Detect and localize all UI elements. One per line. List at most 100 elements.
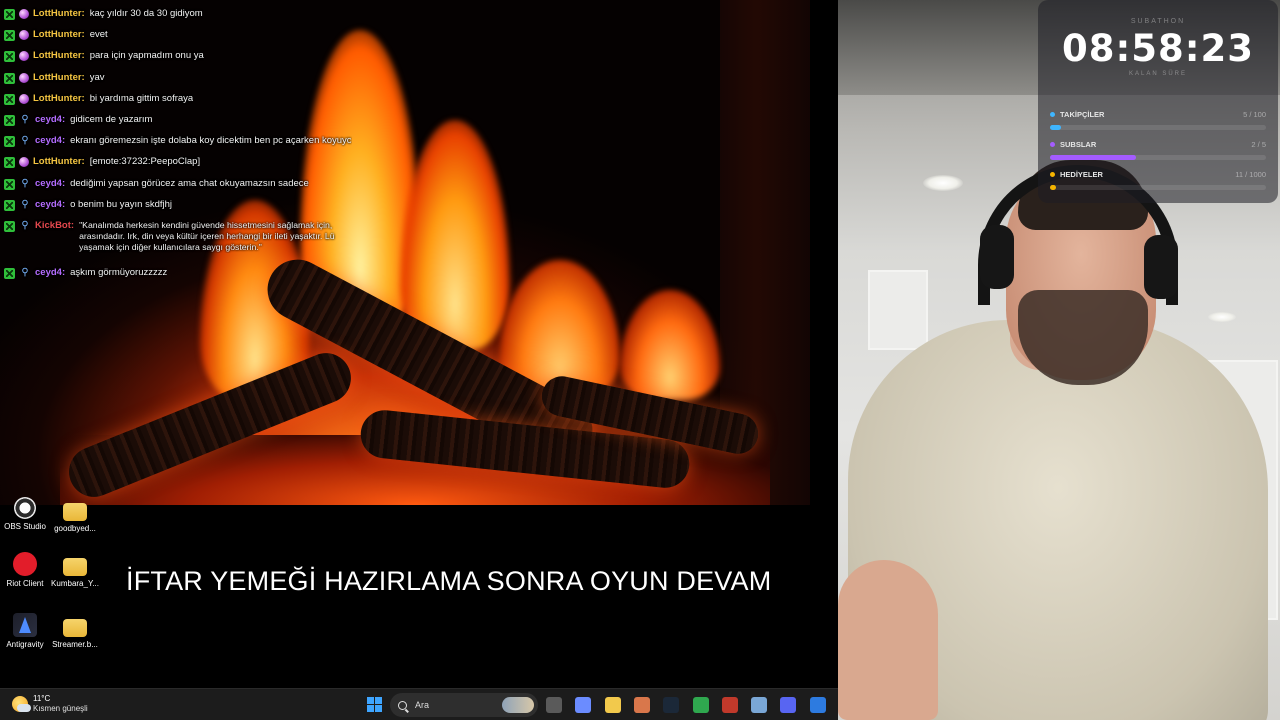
valorant-icon[interactable]	[751, 697, 768, 713]
subscriber-badge-icon	[19, 9, 29, 19]
desktop-icon-goodbyed[interactable]: goodbyed...	[47, 497, 103, 533]
goal-progress-fill	[1050, 155, 1137, 160]
copilot-icon[interactable]	[575, 697, 592, 713]
folder-icon	[63, 558, 87, 576]
chat-overlay: LottHunter: kaç yıldır 30 da 30 gidiyom Lo…	[4, 4, 384, 284]
search-placeholder: Ara	[415, 700, 430, 710]
goal-progress-fill	[1050, 125, 1061, 130]
subscriber-badge-icon	[19, 157, 29, 168]
chat-username[interactable]: LottHunter	[33, 93, 82, 105]
chat-message: LottHunter: yav	[4, 68, 384, 89]
chat-username[interactable]: LottHunter	[33, 72, 82, 84]
chat-username-separator: :	[61, 135, 66, 147]
flame	[400, 120, 510, 350]
desktop-icon-streamer[interactable]: Streamer.b...	[47, 613, 103, 649]
desktop: LottHunter: kaç yıldır 30 da 30 gidiyom Lo…	[0, 0, 838, 688]
chat-username[interactable]: LottHunter	[33, 156, 82, 168]
chat-message: LottHunter: para için yapmadım onu ya	[4, 46, 384, 67]
discord-icon[interactable]	[780, 697, 797, 713]
goal-progress-track	[1050, 185, 1266, 190]
chat-message-text: kaç yıldır 30 da 30 gidiyom	[89, 8, 203, 19]
subathon-caption: KALAN SÜRE	[1128, 71, 1187, 77]
windows-logo-pane	[375, 697, 382, 704]
task-view-icon[interactable]	[546, 697, 562, 713]
chat-username-separator: :	[70, 219, 75, 231]
chat-username[interactable]: ceyd4	[35, 114, 62, 126]
desktop-icon-label: Streamer.b...	[52, 640, 98, 649]
start-button[interactable]	[367, 697, 383, 713]
chat-username-separator: :	[81, 156, 85, 168]
chat-message: LottHunter: kaç yıldır 30 da 30 gidiyom	[4, 4, 384, 25]
chat-username-separator: :	[81, 50, 85, 62]
headset-ear-cup	[1144, 235, 1178, 299]
desktop-icon-obs[interactable]: OBS Studio	[0, 497, 53, 531]
folder-icon	[63, 619, 87, 637]
person-arm	[838, 560, 938, 720]
weather-temperature: 11°C	[33, 694, 51, 703]
chat-username[interactable]: ceyd4	[35, 178, 62, 190]
goal-progress-track	[1050, 155, 1266, 160]
cabinet-door	[868, 270, 928, 350]
chat-message-text: [emote:37232:PeepoClap]	[89, 156, 201, 168]
search-highlight-image	[502, 697, 534, 713]
chat-username[interactable]: KickBot	[35, 220, 71, 232]
desktop-icon-antigravity[interactable]: Antigravity	[0, 613, 53, 649]
chat-username[interactable]: LottHunter	[33, 50, 82, 62]
chat-username-separator: :	[81, 29, 85, 41]
chat-message-text: gidicem de yazarım	[70, 113, 153, 125]
goal-count: 2 / 5	[1251, 140, 1266, 149]
chat-username-separator: :	[61, 113, 66, 125]
chat-message: ⚲ ceyd4: dediğimi yapsan görücez ama chat …	[4, 174, 384, 195]
goal-gifts: HEDİYELER 11 / 1000	[1050, 170, 1266, 190]
chat-username-separator: :	[61, 198, 66, 210]
partly-sunny-icon	[12, 696, 31, 712]
steam-icon[interactable]	[663, 697, 680, 713]
desktop-icon-label: Antigravity	[6, 640, 44, 649]
goal-name: SUBSLAR	[1060, 140, 1097, 149]
claude-icon[interactable]	[633, 697, 650, 713]
chat-username[interactable]: LottHunter	[33, 29, 82, 41]
desktop-icon-riot-client[interactable]: Riot Client	[0, 552, 53, 588]
chat-username-separator: :	[61, 266, 66, 278]
chat-username[interactable]: LottHunter	[33, 8, 82, 20]
link-badge-icon: ⚲	[21, 266, 29, 278]
obs-icon[interactable]	[721, 697, 738, 713]
windows-logo-pane	[375, 705, 382, 712]
app-icon[interactable]	[809, 697, 826, 713]
subscriber-badge-icon	[19, 30, 29, 41]
stream-overlay-text: İFTAR YEMEĞİ HAZIRLAMA SONRA OYUN DEVAM	[126, 566, 772, 596]
link-badge-icon: ⚲	[21, 135, 29, 147]
chat-message: ⚲ ceyd4: ekranı göremezsin işte dolaba koy…	[4, 131, 384, 152]
chat-message-text: dediğimi yapsan görücez ama chat okuyama…	[70, 177, 309, 189]
chat-username-separator: :	[61, 177, 66, 189]
kick-badge-icon	[4, 114, 15, 126]
chat-message-text: bi yardıma gittim sofraya	[89, 92, 194, 104]
kick-badge-icon	[4, 136, 15, 148]
subathon-timer: 08:58:23	[1061, 27, 1255, 70]
desktop-icon-label: Kumbara_Y...	[51, 579, 99, 588]
weather-widget[interactable]: 11°C Kısmen güneşli	[12, 694, 88, 714]
chat-message: ⚲ ceyd4: o benim bu yayın skdfjhj	[4, 195, 384, 216]
chat-username[interactable]: ceyd4	[35, 267, 62, 279]
goal-name: TAKİPÇİLER	[1060, 110, 1105, 119]
desktop-icon-kumbara[interactable]: Kumbara_Y...	[47, 552, 103, 588]
chat-message: LottHunter: evet	[4, 25, 384, 46]
goal-dot	[1050, 112, 1055, 117]
kick-badge-icon	[4, 220, 15, 232]
chrome-icon[interactable]	[692, 697, 709, 713]
file-explorer-icon[interactable]	[604, 697, 621, 713]
chat-username[interactable]: ceyd4	[35, 135, 62, 147]
chat-message-text: para için yapmadım onu ya	[89, 50, 204, 62]
windows-logo-pane	[367, 697, 374, 704]
subathon-widget: SUBATHON 08:58:23 KALAN SÜRE TAKİPÇİLER 5…	[1038, 0, 1278, 203]
taskbar-search[interactable]: Ara	[390, 693, 538, 717]
chat-message: ⚲ ceyd4: gidicem de yazarım	[4, 110, 384, 131]
folder-icon	[63, 503, 87, 521]
riot-icon	[13, 552, 37, 576]
chat-message: LottHunter: bi yardıma gittim sofraya	[4, 89, 384, 110]
kick-badge-icon	[4, 72, 15, 84]
subscriber-badge-icon	[19, 72, 29, 83]
chat-username[interactable]: ceyd4	[35, 199, 62, 211]
chat-message-text: o benim bu yayın skdfjhj	[70, 198, 173, 210]
weather-condition: Kısmen güneşli	[33, 704, 88, 713]
